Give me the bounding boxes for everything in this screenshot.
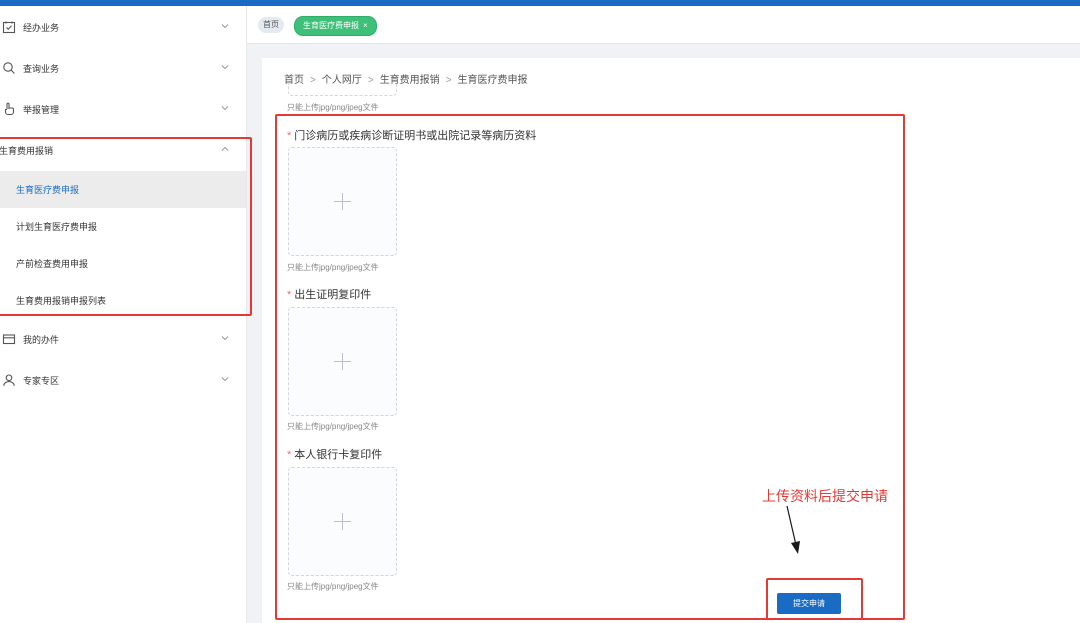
sidebar-item-query[interactable]: 查询业务 — [0, 49, 246, 87]
chevron-down-icon — [221, 106, 229, 111]
tabs-bar: 首页 生育医疗费申报 × — [247, 6, 1080, 44]
sidebar-item-label: 举报管理 — [23, 104, 60, 115]
sidebar-item-report[interactable]: 举报管理 — [0, 90, 246, 128]
tab-label: 生育医疗费申报 — [303, 21, 359, 30]
annotation-highlight-form — [275, 114, 905, 620]
sidebar-item-label: 经办业务 — [23, 22, 60, 33]
sidebar-item-label: 查询业务 — [23, 63, 60, 74]
chevron-down-icon — [221, 336, 229, 341]
breadcrumb-separator: > — [445, 75, 452, 86]
annotation-text: 上传资料后提交申请 — [762, 488, 888, 504]
tab-home[interactable]: 首页 — [258, 17, 284, 33]
upload-hint: 只能上传jpg/png/jpeg文件 — [287, 103, 379, 112]
annotation-highlight-sidebar — [0, 137, 252, 316]
breadcrumb-item-current: 生育医疗费申报 — [457, 75, 528, 86]
chevron-down-icon — [221, 377, 229, 382]
calendar-check-icon — [2, 21, 16, 34]
sidebar-item-expert-zone[interactable]: 专家专区 — [0, 361, 246, 399]
close-icon[interactable]: × — [363, 21, 368, 30]
tab-maternity-medical[interactable]: 生育医疗费申报 × — [294, 16, 377, 36]
search-icon — [3, 62, 15, 74]
annotation-arrow-icon — [786, 505, 800, 554]
user-icon — [3, 374, 15, 386]
annotation-highlight-submit — [766, 578, 863, 620]
sidebar-item-my-cases[interactable]: 我的办件 — [0, 320, 246, 358]
card-icon — [2, 334, 16, 345]
sidebar-item-handling[interactable]: 经办业务 — [0, 8, 246, 46]
chevron-down-icon — [221, 65, 229, 70]
sidebar-item-label: 我的办件 — [23, 334, 60, 345]
hand-pointer-icon — [4, 102, 15, 116]
sidebar-item-label: 专家专区 — [23, 375, 60, 386]
chevron-down-icon — [221, 24, 229, 29]
previous-upload-box-edge — [288, 84, 397, 96]
